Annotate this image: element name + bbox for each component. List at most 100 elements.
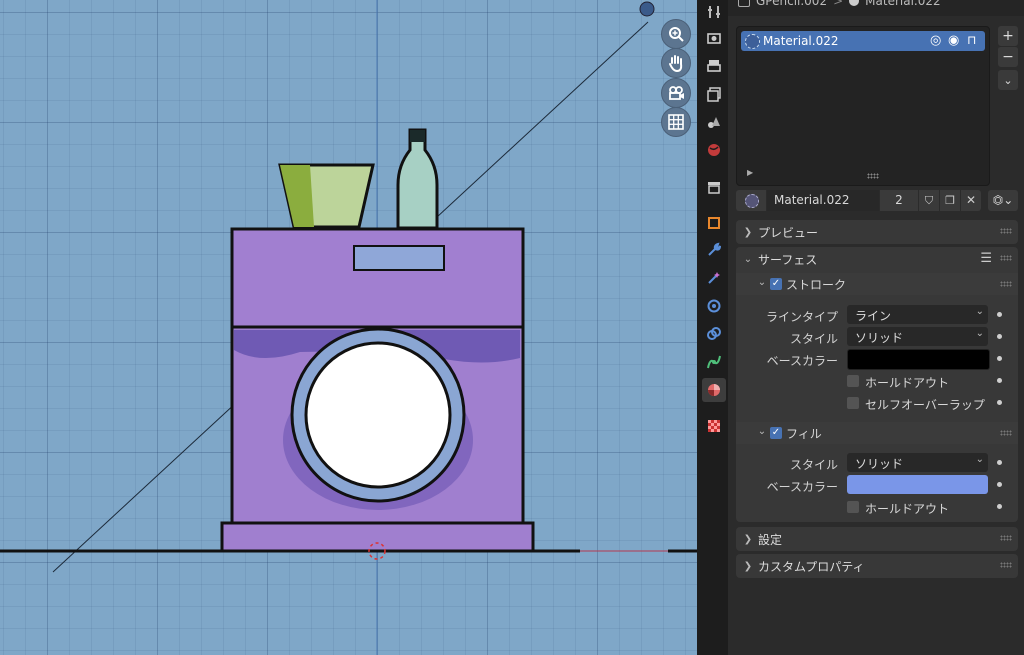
slot-specials-menu[interactable]: ⌄ <box>998 70 1018 90</box>
surface-panel: ⌄ サーフェス ☰ ⌄ ✓ ストローク ラインタイプ ライン ⌄ スタイル ソリッド… <box>736 247 1018 522</box>
breadcrumb-material: Material.022 <box>865 0 941 8</box>
panel-grip[interactable] <box>1000 535 1012 541</box>
fill-title: フィル <box>786 427 822 441</box>
line-type-label: ラインタイプ <box>765 310 838 324</box>
browse-material-button[interactable] <box>736 190 766 211</box>
duplicate-button[interactable]: ❐ <box>940 190 960 211</box>
keyframe-dot[interactable] <box>997 400 1002 405</box>
physics-icon[interactable] <box>702 294 726 318</box>
material-icon[interactable] <box>702 378 726 402</box>
fill-holdout-checkbox[interactable] <box>847 501 859 513</box>
output-icon[interactable] <box>702 54 726 78</box>
fill-enable-checkbox[interactable]: ✓ <box>770 427 782 439</box>
scene-icon[interactable] <box>702 110 726 134</box>
data-icon[interactable] <box>702 350 726 374</box>
stroke-color-swatch[interactable] <box>847 349 990 370</box>
stroke-holdout-checkbox[interactable] <box>847 375 859 387</box>
self-overlap-row: セルフオーバーラップ <box>736 393 1018 413</box>
world-icon[interactable] <box>702 138 726 162</box>
object-icon[interactable] <box>702 211 726 235</box>
line-type-row: ラインタイプ ライン ⌄ <box>736 305 1018 325</box>
material-preview-icon <box>745 34 760 49</box>
material-name-field[interactable]: Material.022 <box>767 190 879 211</box>
preview-panel-title: プレビュー <box>758 225 819 240</box>
machine-panel <box>353 245 445 271</box>
scene-drawing <box>0 0 697 655</box>
chevron-down-icon: ⌄ <box>757 426 767 437</box>
panel-grip[interactable] <box>1000 562 1012 568</box>
zoom-icon[interactable] <box>661 19 691 49</box>
collection-icon[interactable] <box>702 175 726 199</box>
hand-pan-icon[interactable] <box>661 48 691 78</box>
stroke-style-dropdown[interactable]: ソリッド ⌄ <box>847 327 988 346</box>
shield-icon: ⛉ <box>924 194 934 207</box>
breadcrumb-object: GPencil.002 <box>756 0 828 8</box>
node-link-menu[interactable]: ⏣⌄ <box>988 190 1018 211</box>
material-slot-name: Material.022 <box>763 34 839 48</box>
gpencil-icon <box>738 0 750 7</box>
chevron-down-icon: ⌄ <box>743 253 753 265</box>
keyframe-dot[interactable] <box>997 460 1002 465</box>
stroke-holdout-row: ホールドアウト <box>736 371 1018 391</box>
material-slot-item[interactable]: Material.022 ◎ ◉ ⊓ <box>741 31 985 51</box>
fill-style-row: スタイル ソリッド ⌄ <box>736 453 1018 473</box>
list-resize-grip[interactable] <box>867 173 879 179</box>
remove-slot-button[interactable]: − <box>998 46 1018 67</box>
panel-grip[interactable] <box>1000 430 1012 436</box>
constraints-icon[interactable] <box>702 322 726 346</box>
user-count: 2 <box>895 193 903 207</box>
line-type-dropdown[interactable]: ライン ⌄ <box>847 305 988 324</box>
list-menu-icon[interactable]: ☰ <box>980 251 992 266</box>
visibility-eye-icon[interactable]: ◉ <box>948 33 959 48</box>
panel-grip[interactable] <box>1000 255 1012 261</box>
bottle <box>396 128 439 230</box>
modifier-icon[interactable] <box>702 238 726 262</box>
camera-icon[interactable] <box>661 78 691 108</box>
keyframe-dot[interactable] <box>997 334 1002 339</box>
fill-style-dropdown[interactable]: ソリッド ⌄ <box>847 453 988 472</box>
self-overlap-checkbox[interactable] <box>847 397 859 409</box>
user-count-button[interactable]: 2 <box>880 190 918 211</box>
lock-icon[interactable]: ⊓ <box>967 33 976 47</box>
onion-skin-icon[interactable]: ◎ <box>930 33 941 48</box>
fill-color-row: ベースカラー <box>736 475 1018 495</box>
keyframe-dot[interactable] <box>997 356 1002 361</box>
material-sphere-icon <box>849 0 860 6</box>
effects-icon[interactable] <box>702 266 726 290</box>
chevron-right-icon: ❯ <box>743 560 753 572</box>
stroke-subpanel-header[interactable]: ⌄ ✓ ストローク <box>736 273 1018 295</box>
breadcrumb-separator: > <box>833 0 844 8</box>
keyframe-dot[interactable] <box>997 378 1002 383</box>
grid-icon[interactable] <box>661 107 691 137</box>
unlink-button[interactable]: ✕ <box>961 190 981 211</box>
material-slot-list[interactable]: Material.022 ◎ ◉ ⊓ ▶ <box>736 26 990 186</box>
texture-icon[interactable] <box>702 414 726 438</box>
panel-grip[interactable] <box>1000 281 1012 287</box>
line-type-value: ライン <box>855 309 892 323</box>
fake-user-button[interactable]: ⛉ <box>919 190 939 211</box>
custom-properties-panel[interactable]: ❯ カスタムプロパティ <box>736 554 1018 578</box>
chevron-right-icon: ❯ <box>743 533 753 545</box>
panel-grip[interactable] <box>1000 228 1012 234</box>
add-slot-button[interactable]: + <box>998 26 1018 46</box>
expand-arrow-icon[interactable]: ▶ <box>747 168 753 177</box>
fill-holdout-row: ホールドアウト <box>736 497 1018 517</box>
fill-subpanel-header[interactable]: ⌄ ✓ フィル <box>736 422 1018 444</box>
settings-panel-title: 設定 <box>758 532 783 547</box>
render-icon[interactable] <box>702 26 726 50</box>
tool-icon[interactable] <box>702 0 726 24</box>
preview-panel[interactable]: ❯ プレビュー <box>736 220 1018 244</box>
keyframe-dot[interactable] <box>997 482 1002 487</box>
view-layer-icon[interactable] <box>702 82 726 106</box>
stroke-enable-checkbox[interactable]: ✓ <box>770 278 782 290</box>
fill-color-swatch[interactable] <box>847 475 988 494</box>
surface-panel-title: サーフェス <box>758 252 818 267</box>
keyframe-dot[interactable] <box>997 504 1002 509</box>
surface-panel-header[interactable]: ⌄ サーフェス <box>736 247 1018 271</box>
keyframe-dot[interactable] <box>997 312 1002 317</box>
machine-top <box>230 227 525 329</box>
settings-panel[interactable]: ❯ 設定 <box>736 527 1018 551</box>
copy-icon: ❐ <box>945 194 955 207</box>
close-icon: ✕ <box>965 193 977 207</box>
3d-viewport[interactable] <box>0 0 697 655</box>
